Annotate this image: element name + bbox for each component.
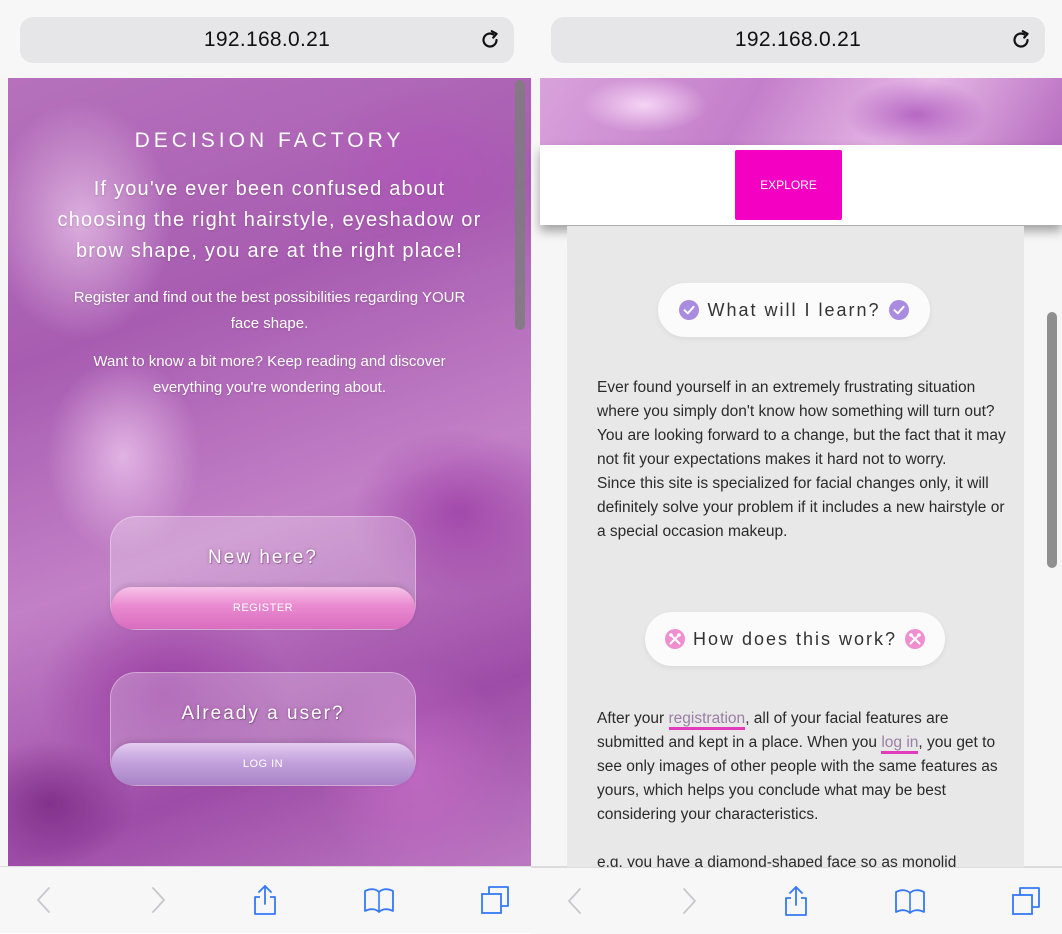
new-user-title: New here? xyxy=(208,547,318,568)
existing-user-card: Already a user? LOG IN xyxy=(110,672,416,786)
how-does-this-work-pill: How does this work? xyxy=(645,612,945,666)
existing-user-title: Already a user? xyxy=(181,703,345,724)
tools-circle-icon xyxy=(905,629,926,649)
browser-header: 192.168.0.21 xyxy=(0,0,531,78)
login-button[interactable]: LOG IN xyxy=(111,743,415,785)
tabs-icon[interactable] xyxy=(478,883,512,917)
tools-circle-icon xyxy=(664,629,685,649)
hero-paragraph-more: Want to know a bit more? Keep reading an… xyxy=(93,353,446,396)
what-will-i-learn-pill: What will I learn? xyxy=(658,283,930,337)
address-bar[interactable]: 192.168.0.21 xyxy=(551,17,1045,63)
back-chevron-icon[interactable] xyxy=(559,884,593,918)
tabs-icon[interactable] xyxy=(1009,884,1043,918)
book-icon[interactable] xyxy=(362,883,396,917)
forward-chevron-icon[interactable] xyxy=(671,884,705,918)
reload-icon[interactable] xyxy=(478,28,502,52)
browser-toolbar xyxy=(0,866,531,933)
hero-content: DECISION FACTORY If you've ever been con… xyxy=(8,78,531,401)
forward-chevron-icon[interactable] xyxy=(140,883,174,917)
address-text: 192.168.0.21 xyxy=(203,28,331,51)
brand-title: DECISION FACTORY xyxy=(134,129,405,152)
page-scrollbar[interactable] xyxy=(515,80,525,330)
work-text-before: After your xyxy=(597,710,669,727)
hero-headline: If you've ever been confused about choos… xyxy=(57,178,482,262)
hero-paragraph-register: Register and find out the best possibili… xyxy=(73,289,466,332)
address-bar[interactable]: 192.168.0.21 xyxy=(20,17,514,63)
share-icon[interactable] xyxy=(248,883,282,917)
learn-description: Ever found yourself in an extremely frus… xyxy=(597,376,1012,544)
work-description: After your registration, all of your fac… xyxy=(597,707,1012,827)
learn-pill-label: What will I learn? xyxy=(707,299,881,320)
learn-text-1: Ever found yourself in an extremely frus… xyxy=(597,379,1006,468)
learn-text-2: Since this site is specialized for facia… xyxy=(597,475,1005,540)
book-icon[interactable] xyxy=(893,884,927,918)
login-link[interactable]: log in xyxy=(881,734,919,754)
work-pill-label: How does this work? xyxy=(692,628,898,649)
register-button[interactable]: REGISTER xyxy=(111,587,415,629)
reload-icon[interactable] xyxy=(1009,28,1033,52)
left-screen: DECISION FACTORY If you've ever been con… xyxy=(0,0,531,933)
check-circle-icon xyxy=(679,300,700,320)
back-chevron-icon[interactable] xyxy=(28,883,62,917)
browser-toolbar-right xyxy=(531,867,1062,934)
check-circle-icon xyxy=(888,300,909,320)
share-icon[interactable] xyxy=(779,884,813,918)
new-user-card: New here? REGISTER xyxy=(110,516,416,630)
explore-button[interactable]: EXPLORE xyxy=(735,150,842,220)
page-scrollbar[interactable] xyxy=(1047,312,1057,568)
registration-link[interactable]: registration xyxy=(668,710,746,730)
address-text: 192.168.0.21 xyxy=(734,28,862,51)
browser-header: 192.168.0.21 xyxy=(531,0,1062,78)
hero-image-strip xyxy=(540,78,1062,145)
